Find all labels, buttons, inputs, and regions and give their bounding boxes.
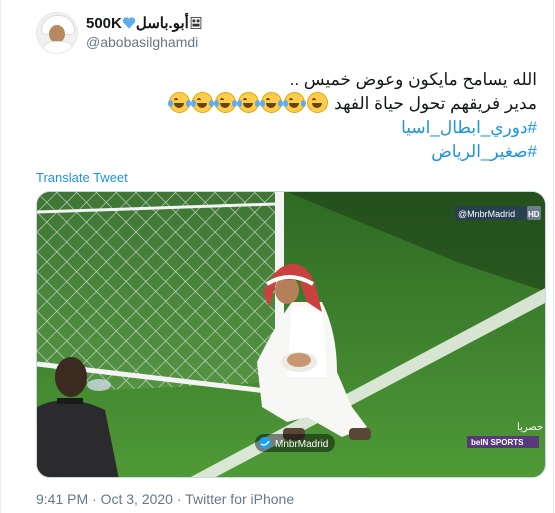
watermark-hd: HD xyxy=(528,210,540,219)
tweet-date[interactable]: Oct 3, 2020 xyxy=(101,491,173,507)
tweet-text: الله يسامح مايكون وعوض خميس .. مدير فريق… xyxy=(27,68,537,164)
channel-brand: beIN SPORTS xyxy=(471,438,524,447)
watermark-center: MnbrMadrid xyxy=(275,439,328,450)
blue-heart-icon xyxy=(122,17,136,29)
tweet-media-image[interactable]: @MnbrMadrid HD MnbrMadrid حصريا beIN SPO… xyxy=(36,191,546,478)
author-name-row[interactable]: 500K أبو.باسل xyxy=(86,14,203,32)
tweet-line-2: مدير فريقهم تحول حياة الفهد xyxy=(27,92,537,116)
channel-label: حصريا xyxy=(517,422,543,433)
tears-of-joy-icon xyxy=(191,92,215,113)
sign-icon xyxy=(190,16,202,30)
tweet-header: 500K أبو.باسل @abobasilghamdi xyxy=(36,12,536,56)
meta-separator: · xyxy=(92,491,97,507)
follower-tag: 500K xyxy=(86,15,122,32)
translate-tweet-link[interactable]: Translate Tweet xyxy=(36,170,128,185)
tweet-line-2-text: مدير فريقهم تحول حياة الفهد xyxy=(334,94,537,113)
card-border xyxy=(0,0,1,513)
tears-of-joy-icon xyxy=(214,92,238,113)
tweet-meta: 9:41 PM · Oct 3, 2020 · Twitter for iPho… xyxy=(36,491,294,507)
meta-separator: · xyxy=(176,491,182,507)
tears-of-joy-icon xyxy=(237,92,261,113)
watermark-top: @MnbrMadrid xyxy=(458,209,515,219)
emoji-row xyxy=(168,92,329,113)
display-name: أبو.باسل xyxy=(135,15,189,32)
tweet-card: 500K أبو.باسل @abobasilghamdi الله يسامح … xyxy=(0,0,554,513)
avatar[interactable] xyxy=(36,12,78,54)
tears-of-joy-icon xyxy=(168,92,192,113)
tears-of-joy-icon xyxy=(260,92,284,113)
football-photo: @MnbrMadrid HD MnbrMadrid حصريا beIN SPO… xyxy=(37,192,545,477)
grinning-face-icon xyxy=(307,92,329,113)
hashtag-sagheer-riyadh[interactable]: #صغير_الرياض xyxy=(431,142,537,161)
tweet-source: Twitter for iPhone xyxy=(185,491,295,507)
author-handle[interactable]: @abobasilghamdi xyxy=(86,34,198,50)
tears-of-joy-icon xyxy=(283,92,307,113)
hashtag-asia-league[interactable]: #دوري_ابطال_اسيا xyxy=(401,118,537,137)
tweet-line-1: الله يسامح مايكون وعوض خميس .. xyxy=(289,70,537,89)
tweet-time[interactable]: 9:41 PM xyxy=(36,491,88,507)
